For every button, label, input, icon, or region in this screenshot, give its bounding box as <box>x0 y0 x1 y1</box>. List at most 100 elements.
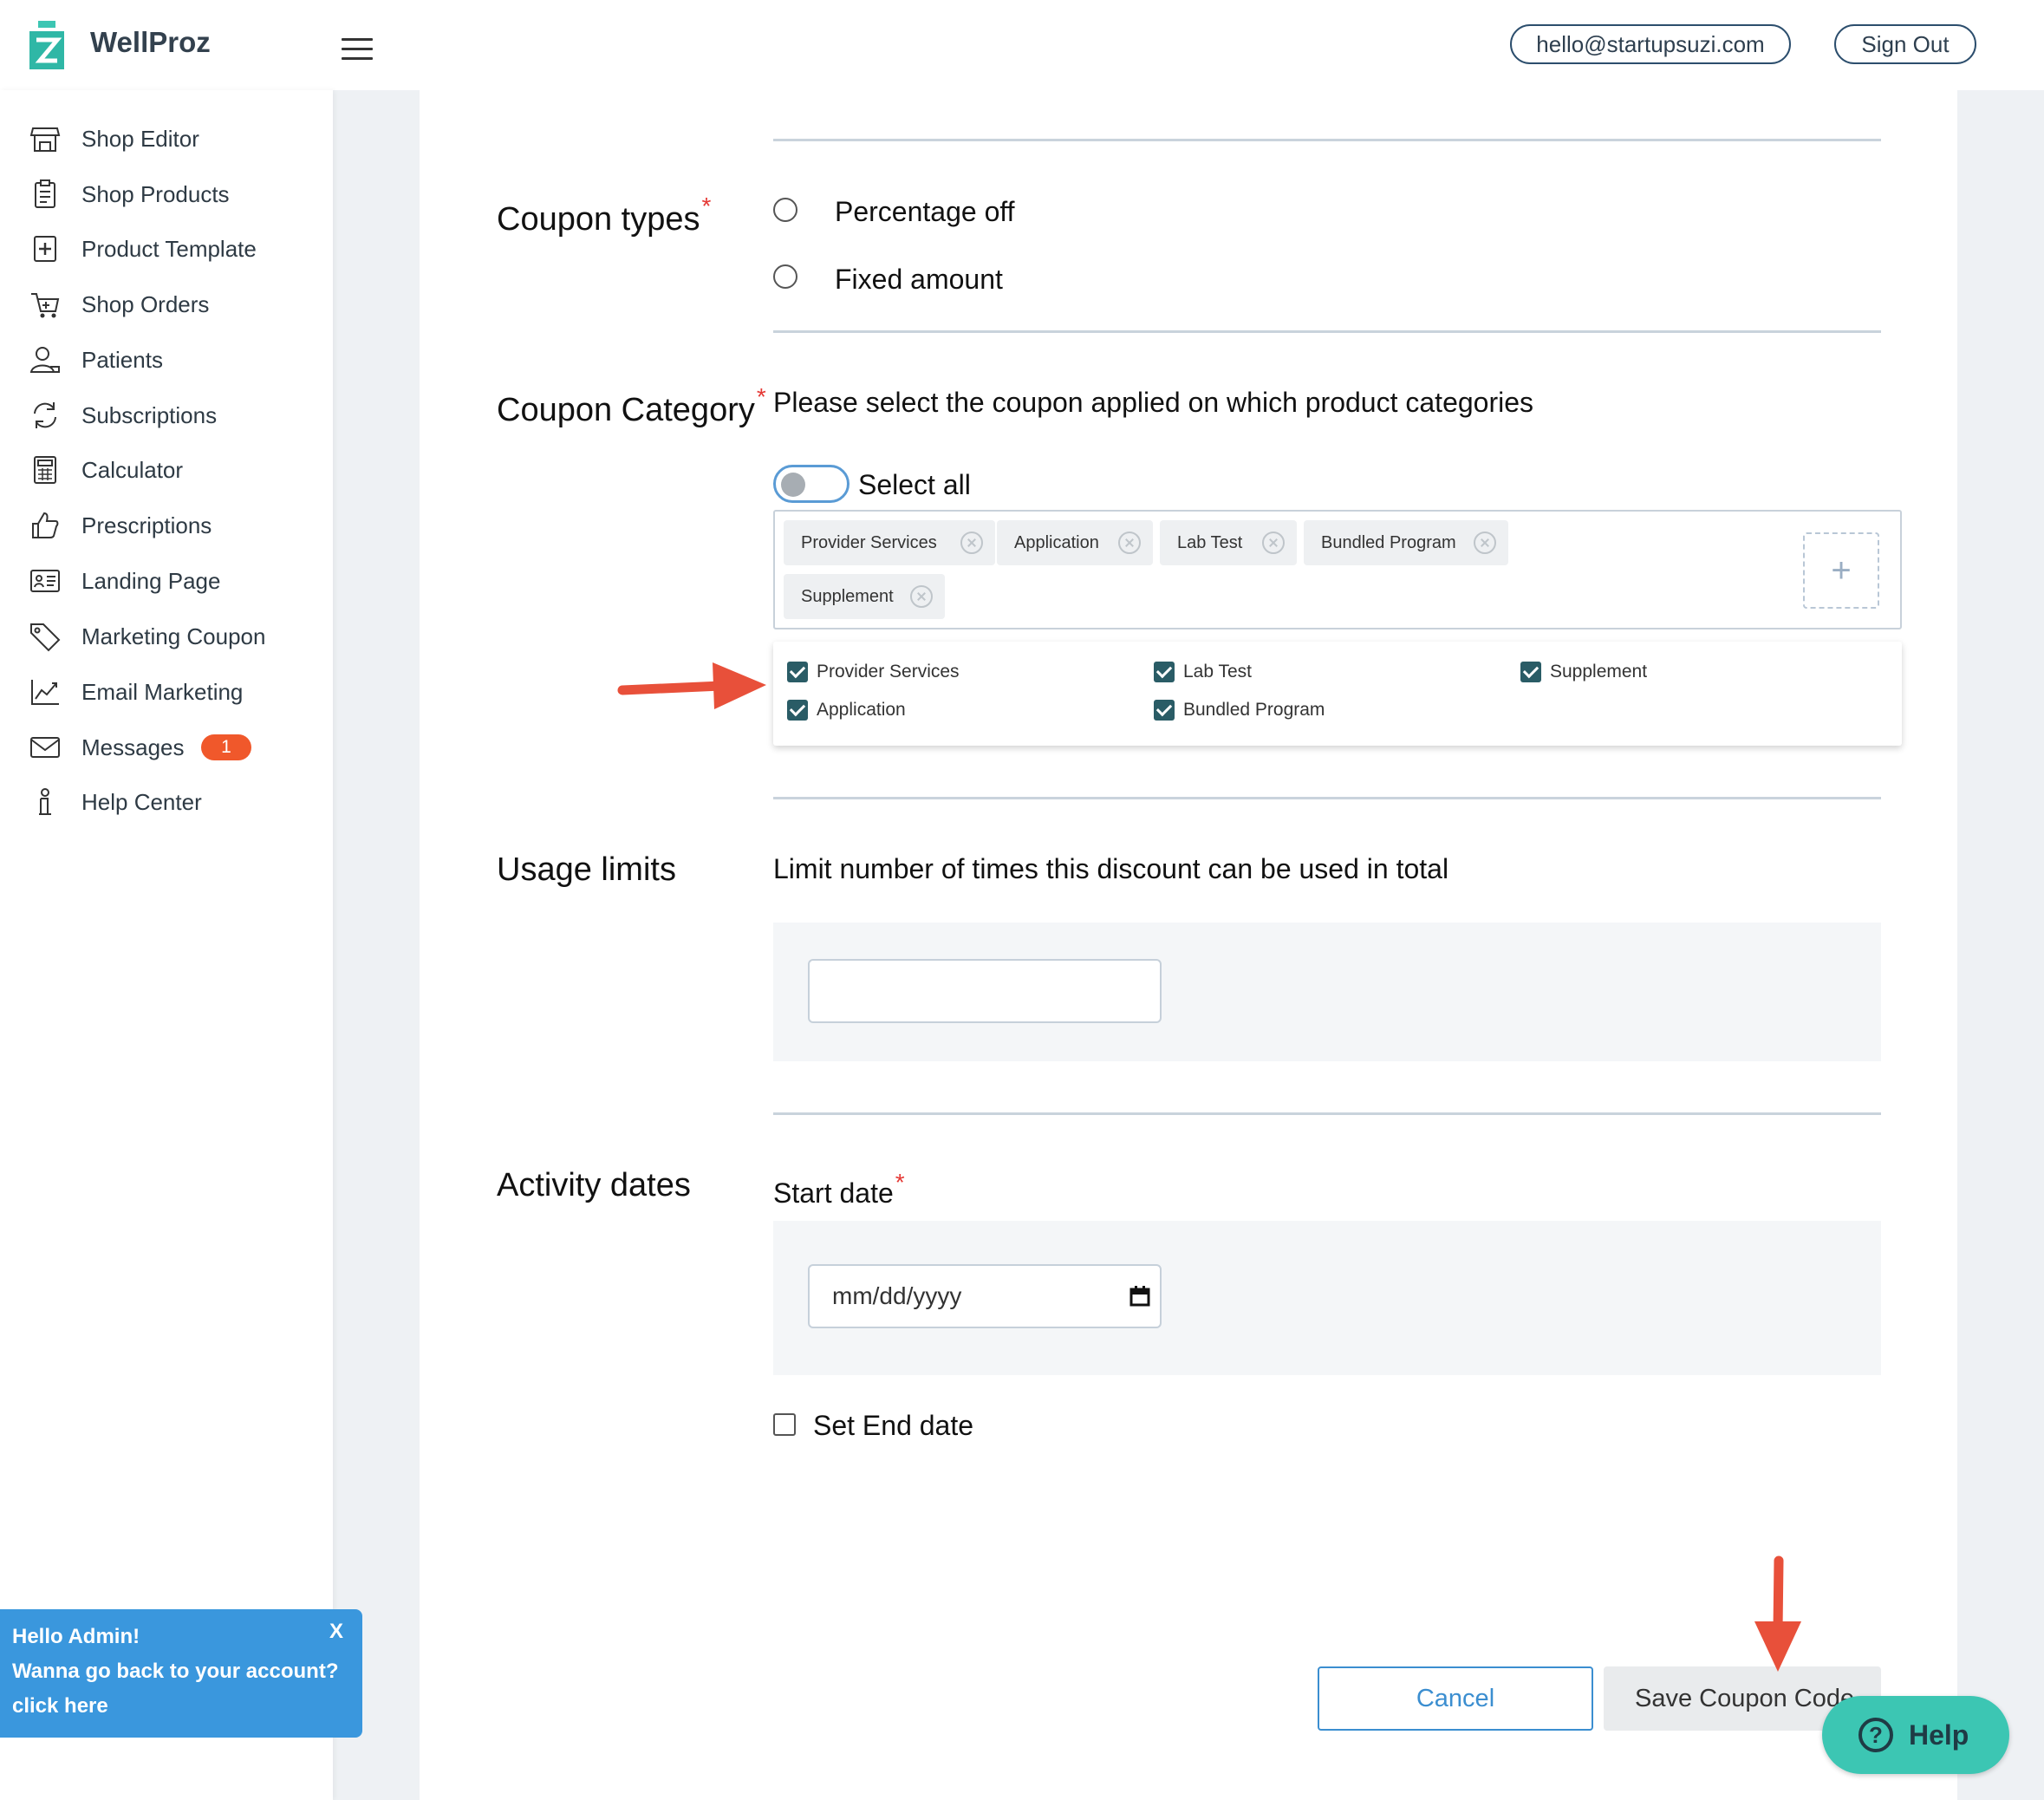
sidebar-item-shop-editor[interactable]: Shop Editor <box>0 113 333 165</box>
sidebar-item-label: Email Marketing <box>81 678 244 705</box>
cart-icon <box>28 287 62 322</box>
option-provider-services[interactable]: Provider Services <box>787 659 960 685</box>
info-icon <box>28 785 62 819</box>
calendar-icon[interactable] <box>1129 1285 1151 1308</box>
start-date-label: Start date* <box>773 1169 905 1209</box>
popup-close-icon[interactable]: X <box>329 1620 343 1644</box>
popup-question: Wanna go back to your account? <box>12 1660 339 1683</box>
help-label: Help <box>1909 1718 1969 1751</box>
sidebar-item-label: Help Center <box>81 788 202 815</box>
wellproz-logo-icon[interactable] <box>26 16 68 73</box>
sidebar-item-subscriptions[interactable]: Subscriptions <box>0 389 333 441</box>
option-supplement[interactable]: Supplement <box>1520 659 1647 685</box>
sidebar-item-messages[interactable]: Messages 1 <box>0 721 333 773</box>
tag-provider-services: Provider Services <box>784 520 995 565</box>
remove-tag-icon[interactable] <box>1262 532 1285 554</box>
divider <box>773 330 1881 333</box>
fixed-amount-label: Fixed amount <box>835 264 1003 295</box>
help-widget-button[interactable]: ? Help <box>1822 1696 2009 1774</box>
select-all-toggle[interactable] <box>773 465 849 503</box>
start-date-input[interactable]: mm/dd/yyyy <box>808 1264 1162 1328</box>
sidebar-item-prescriptions[interactable]: Prescriptions <box>0 499 333 551</box>
sidebar-item-label: Shop Editor <box>81 125 199 152</box>
sign-out-button[interactable]: Sign Out <box>1834 24 1976 64</box>
option-label: Application <box>817 700 906 720</box>
set-end-date-label: Set End date <box>813 1410 974 1441</box>
option-label: Bundled Program <box>1183 700 1325 720</box>
sidebar-item-label: Product Template <box>81 235 257 262</box>
option-label: Supplement <box>1550 662 1648 682</box>
remove-tag-icon[interactable] <box>910 585 933 608</box>
divider <box>773 1112 1881 1115</box>
top-header: WellProz hello@startupsuzi.com Sign Out <box>0 0 2044 90</box>
popup-link[interactable]: click here <box>12 1694 108 1718</box>
id-card-icon <box>28 564 62 598</box>
coupon-types-title: Coupon types* <box>497 192 712 238</box>
sidebar-item-label: Landing Page <box>81 567 221 594</box>
sidebar-item-calculator[interactable]: Calculator <box>0 444 333 496</box>
tag-lab-test: Lab Test <box>1160 520 1297 565</box>
account-email-button[interactable]: hello@startupsuzi.com <box>1510 24 1791 64</box>
sidebar-item-label: Shop Orders <box>81 290 210 317</box>
user-icon <box>28 342 62 377</box>
option-label: Lab Test <box>1183 662 1253 682</box>
chart-line-icon <box>28 675 62 709</box>
menu-toggle-icon[interactable] <box>342 38 373 60</box>
checkbox-checked-icon[interactable] <box>1520 662 1541 682</box>
option-application[interactable]: Application <box>787 697 906 723</box>
cancel-button[interactable]: Cancel <box>1318 1666 1593 1731</box>
fixed-amount-radio[interactable] <box>773 264 797 289</box>
sidebar-item-marketing-coupon[interactable]: Marketing Coupon <box>0 610 333 662</box>
admin-return-popup[interactable]: Hello Admin! Wanna go back to your accou… <box>0 1609 362 1738</box>
clipboard-list-icon <box>28 177 62 212</box>
envelope-icon <box>28 730 62 765</box>
checkbox-checked-icon[interactable] <box>787 700 808 721</box>
sidebar-item-label: Prescriptions <box>81 512 212 538</box>
sidebar-item-product-template[interactable]: Product Template <box>0 223 333 275</box>
checkbox-checked-icon[interactable] <box>1154 700 1175 721</box>
add-tag-button[interactable]: + <box>1803 532 1879 609</box>
unread-count-badge: 1 <box>201 734 251 760</box>
remove-tag-icon[interactable] <box>960 532 983 554</box>
option-label: Provider Services <box>817 662 960 682</box>
sidebar-item-patients[interactable]: Patients <box>0 334 333 386</box>
activity-dates-title: Activity dates <box>497 1167 691 1203</box>
question-icon: ? <box>1858 1718 1893 1752</box>
tag-label: Supplement <box>801 586 894 606</box>
sidebar-item-shop-products[interactable]: Shop Products <box>0 168 333 220</box>
checkbox-checked-icon[interactable] <box>1154 662 1175 682</box>
sidebar-item-landing-page[interactable]: Landing Page <box>0 555 333 607</box>
sidebar-item-shop-orders[interactable]: Shop Orders <box>0 278 333 330</box>
select-all-label: Select all <box>858 469 971 500</box>
tag-label: Provider Services <box>801 532 937 552</box>
sidebar-item-label: Subscriptions <box>81 401 218 428</box>
sidebar-item-help-center[interactable]: Help Center <box>0 776 333 828</box>
set-end-date-checkbox[interactable] <box>773 1413 796 1436</box>
date-placeholder: mm/dd/yyyy <box>832 1282 962 1309</box>
percentage-off-label: Percentage off <box>835 196 1015 227</box>
category-tag-select[interactable]: Provider Services Application Lab Test B… <box>773 510 1902 629</box>
option-bundled-program[interactable]: Bundled Program <box>1154 697 1325 723</box>
tag-icon <box>28 619 62 654</box>
sidebar-item-label: Shop Products <box>81 180 230 207</box>
sidebar-item-label: Marketing Coupon <box>81 623 266 649</box>
store-icon <box>28 121 62 156</box>
annotation-arrow-right-icon <box>617 662 766 709</box>
sidebar-item-email-marketing[interactable]: Email Marketing <box>0 666 333 718</box>
popup-greeting: Hello Admin! <box>12 1625 140 1648</box>
tag-label: Bundled Program <box>1321 532 1456 552</box>
usage-limits-description: Limit number of times this discount can … <box>773 853 1449 884</box>
category-options-dropdown: Provider Services Application Lab Test B… <box>773 642 1902 746</box>
tag-application: Application <box>997 520 1153 565</box>
tag-bundled-program: Bundled Program <box>1304 520 1508 565</box>
percentage-off-radio[interactable] <box>773 198 797 222</box>
usage-limit-input[interactable] <box>808 959 1162 1023</box>
remove-tag-icon[interactable] <box>1474 532 1496 554</box>
thumbs-up-icon <box>28 508 62 543</box>
sidebar-item-label: Patients <box>81 346 163 373</box>
option-lab-test[interactable]: Lab Test <box>1154 659 1252 685</box>
checkbox-checked-icon[interactable] <box>787 662 808 682</box>
brand-name: WellProz <box>90 26 211 58</box>
remove-tag-icon[interactable] <box>1118 532 1141 554</box>
tag-label: Application <box>1014 532 1099 552</box>
